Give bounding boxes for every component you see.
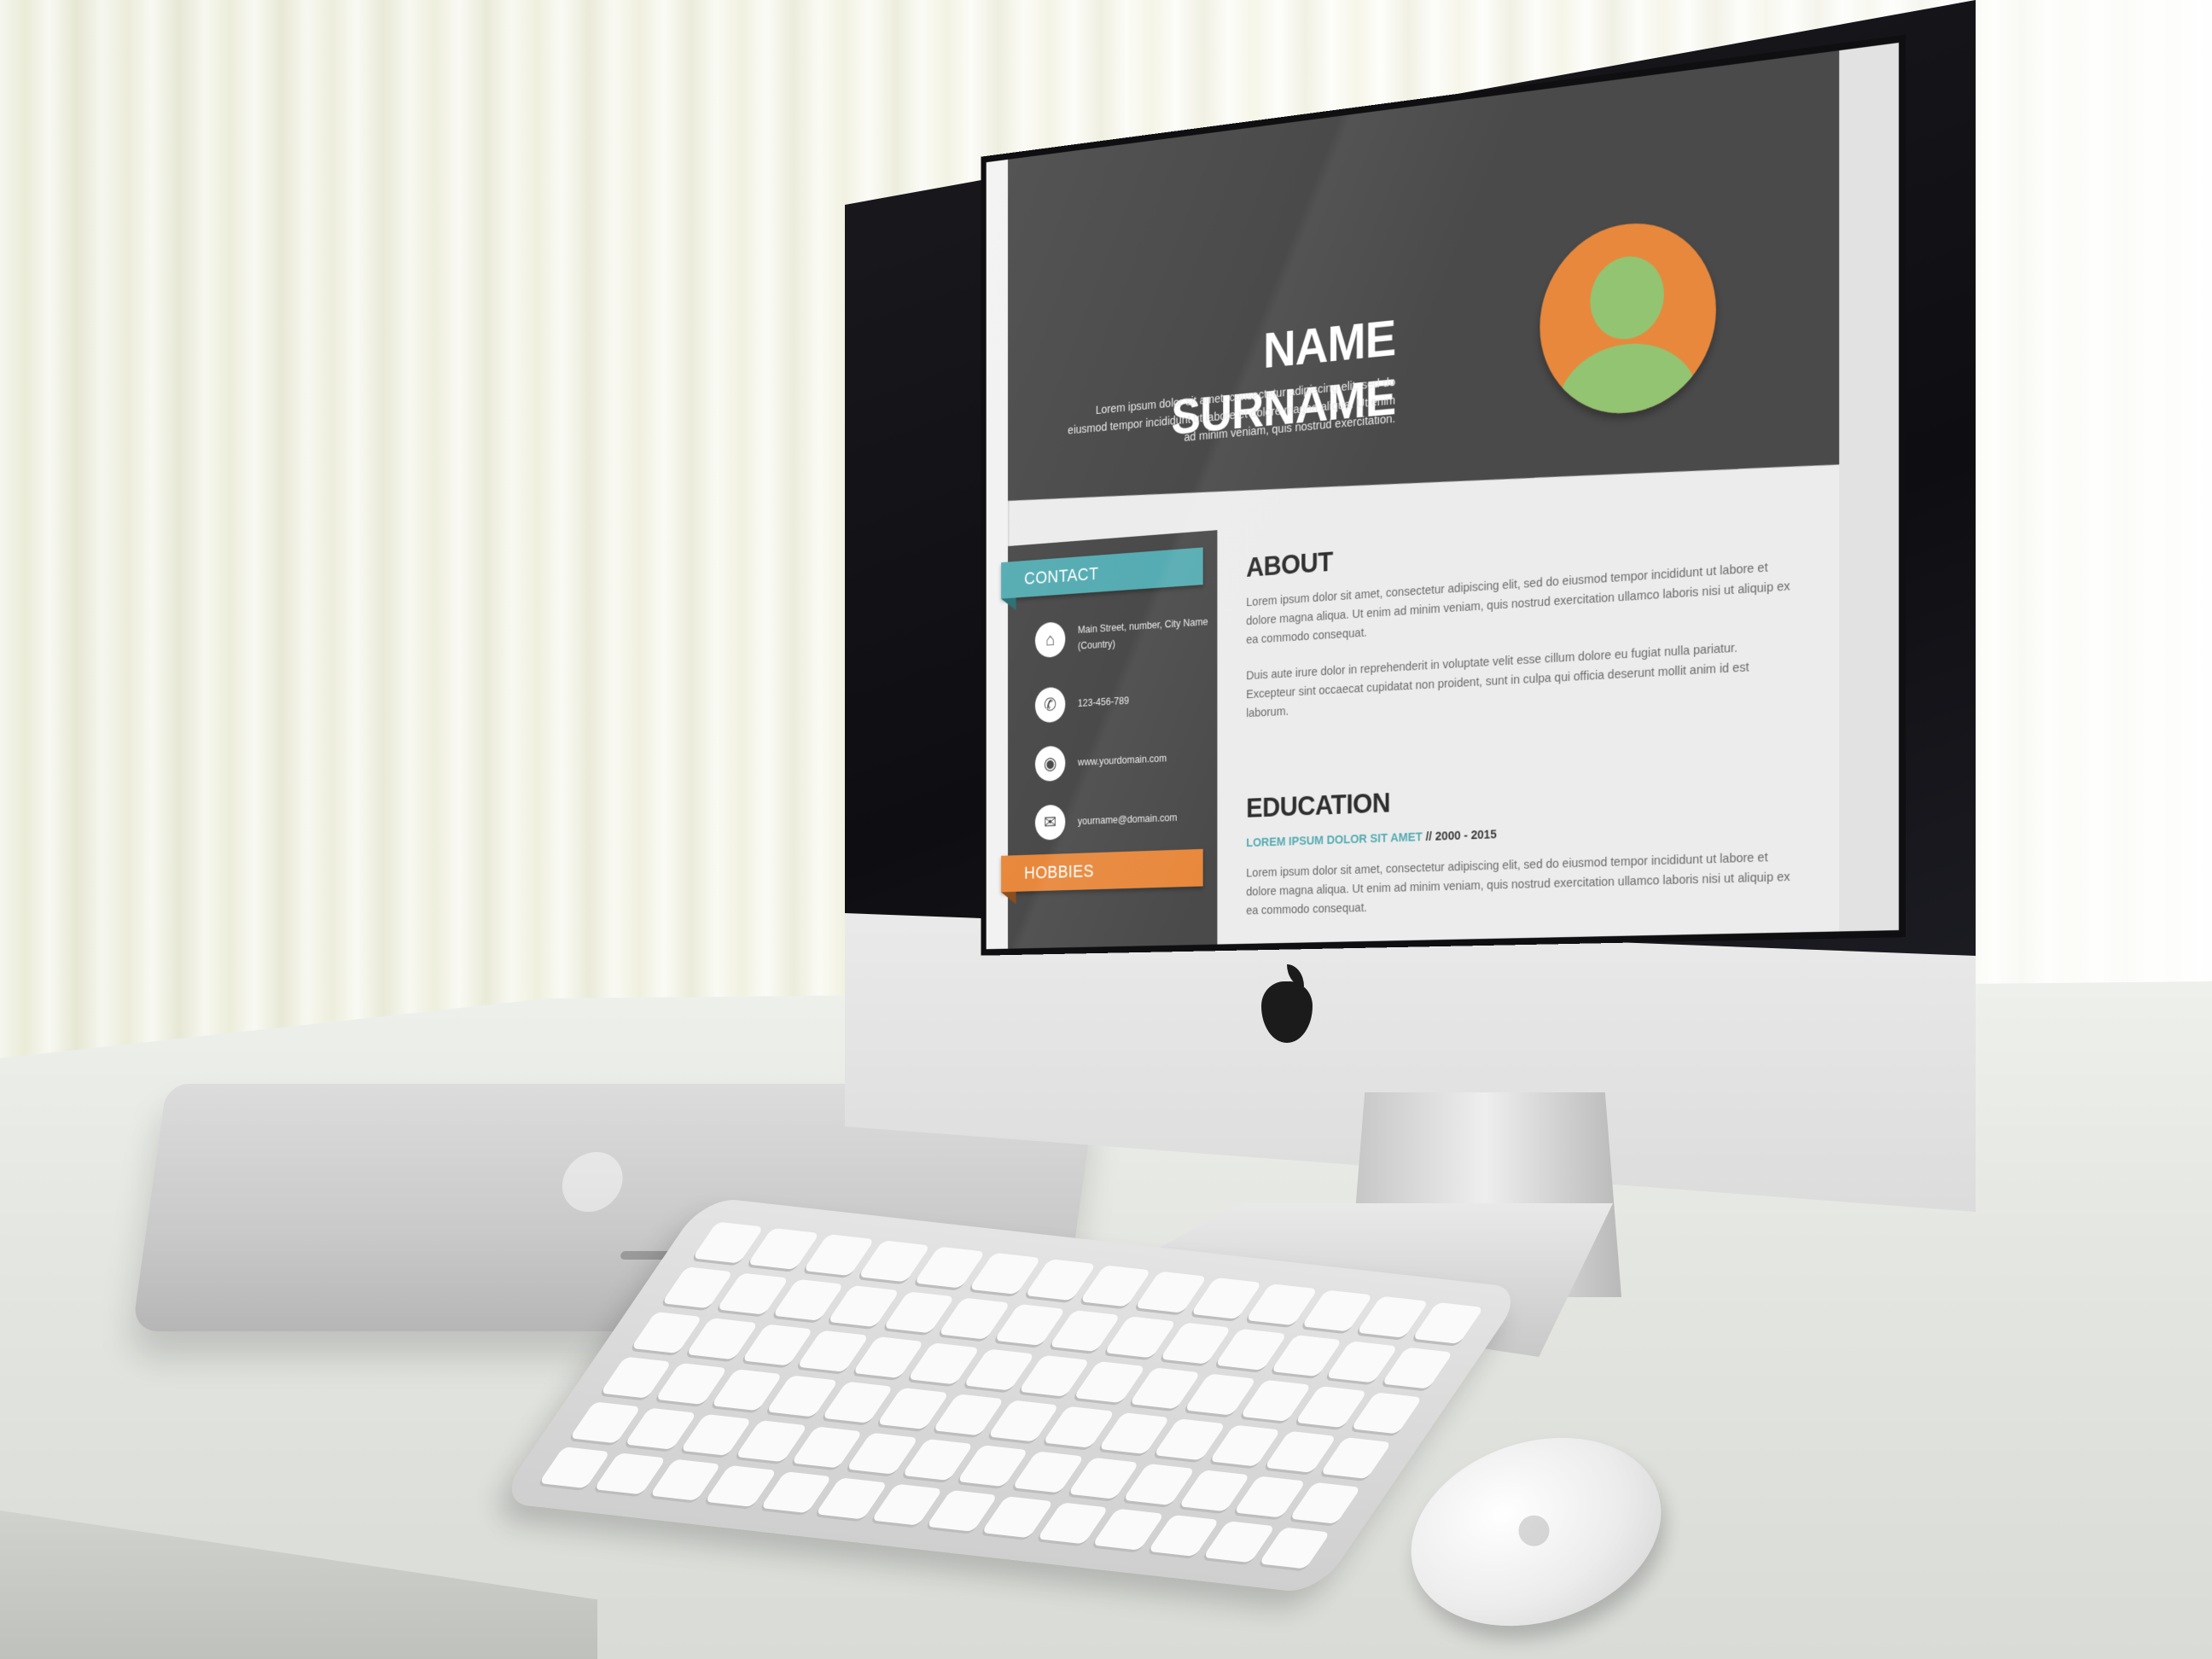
contact-phone: ✆ 123-456-789 [1034, 678, 1218, 743]
home-icon: ⌂ [1034, 621, 1066, 659]
user-avatar-icon [1540, 214, 1715, 421]
education-meta: LOREM IPSUM DOLOR SIT AMET // 2000 - 201… [1246, 827, 1497, 850]
desk-scene: NAME SURNAME Lorem ipsum dolor sit amet,… [0, 0, 2212, 1659]
contact-website: ◉ www.yourdomain.com [1034, 738, 1218, 802]
contact-phone-text: 123-456-789 [1077, 694, 1130, 709]
imac-display: NAME SURNAME Lorem ipsum dolor sit amet,… [875, 43, 1899, 950]
page-right-margin [1837, 43, 1899, 932]
apple-logo-icon [558, 1152, 627, 1212]
avatar-body [1557, 337, 1698, 420]
avatar-head [1590, 253, 1663, 342]
about-paragraph-2: Duis aute irure dolor in reprehenderit i… [1246, 640, 1749, 721]
contact-ribbon-fold [1001, 597, 1016, 612]
hobbies-ribbon: HOBBIES [1001, 848, 1203, 893]
resume-page: NAME SURNAME Lorem ipsum dolor sit amet,… [986, 43, 1899, 950]
education-years: 2000 - 2015 [1435, 827, 1497, 844]
resume-header: NAME SURNAME Lorem ipsum dolor sit amet,… [1008, 50, 1839, 530]
about-heading: ABOUT [1246, 545, 1333, 584]
hobbies-ribbon-fold [1001, 891, 1016, 905]
page-left-margin [986, 159, 1010, 950]
contact-address-text: Main Street, number, City Name (Country) [1077, 614, 1208, 652]
education-heading: EDUCATION [1246, 787, 1391, 824]
mail-icon: ✉ [1034, 804, 1066, 841]
education-separator: // [1422, 829, 1435, 845]
globe-icon: ◉ [1034, 745, 1066, 783]
contact-website-text[interactable]: www.yourdomain.com [1078, 748, 1212, 771]
resume-main-content: ABOUT Lorem ipsum dolor sit amet, consec… [1217, 464, 1840, 945]
contact-address: ⌂ Main Street, number, City Name (Countr… [1034, 611, 1218, 678]
apple-logo-icon [1514, 1511, 1554, 1551]
phone-icon: ✆ [1034, 686, 1066, 724]
education-paragraph-1: Lorem ipsum dolor sit amet, consectetur … [1246, 849, 1790, 918]
education-school: LOREM IPSUM DOLOR SIT AMET [1246, 830, 1423, 850]
contact-email-text[interactable]: yourname@domain.com [1078, 808, 1212, 830]
